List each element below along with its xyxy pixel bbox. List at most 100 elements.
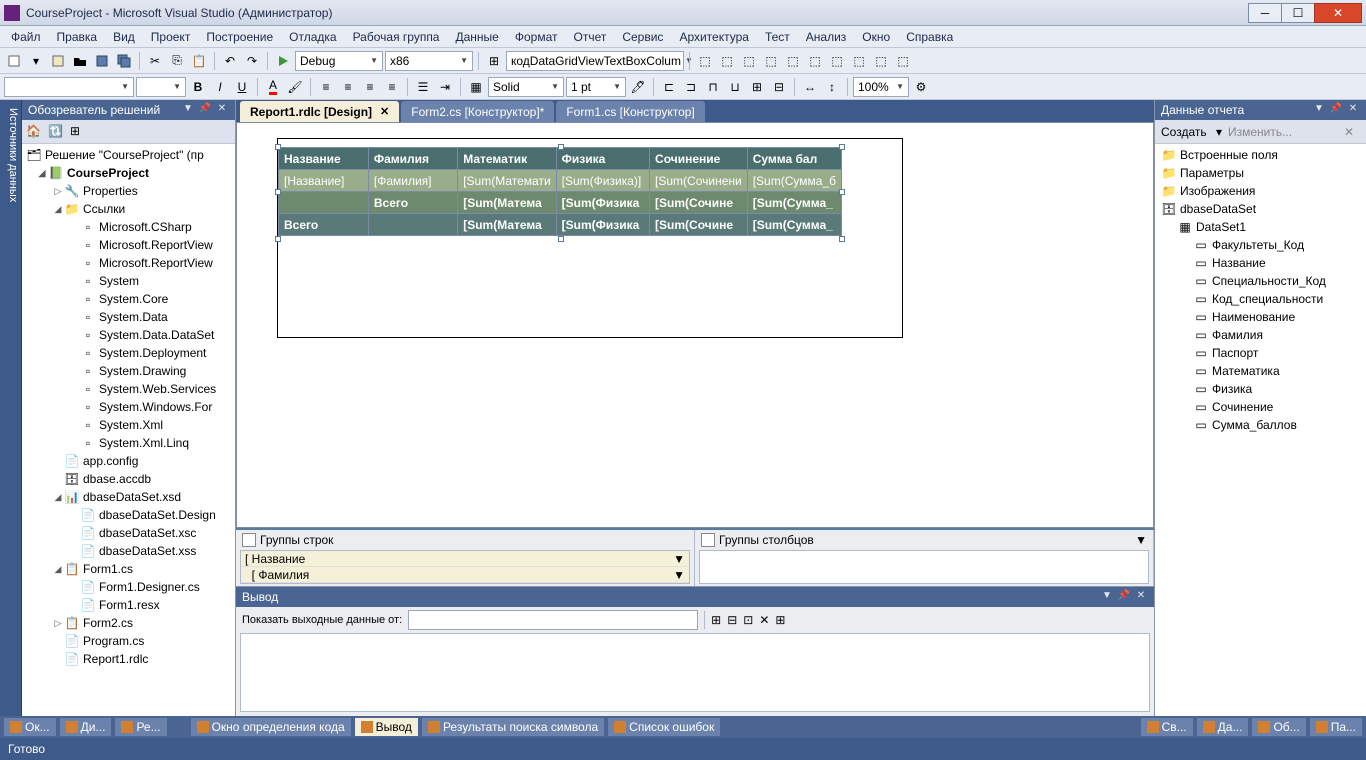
menu-edit[interactable]: Правка <box>50 28 105 46</box>
menu-analyze[interactable]: Анализ <box>799 28 854 46</box>
report-designer[interactable]: Название Фамилия Математик Физика Сочине… <box>236 122 1154 528</box>
total-cell[interactable]: [Sum(Сумма_ <box>747 214 841 236</box>
toolbar-btn-3[interactable]: ⬚ <box>717 51 737 71</box>
create-button[interactable]: Создать ▾ <box>1161 125 1222 139</box>
menu-debug[interactable]: Отладка <box>282 28 343 46</box>
solution-tree[interactable]: 🗂Решение "CourseProject" (пр ◢📗CoursePro… <box>22 144 235 716</box>
header-cell[interactable]: Сочинение <box>650 148 748 170</box>
add-item-button[interactable] <box>48 51 68 71</box>
config-combo[interactable]: Debug▼ <box>295 51 383 71</box>
selection-handle[interactable] <box>839 236 845 242</box>
total-cell[interactable]: [Sum(Сочине <box>650 214 748 236</box>
cut-button[interactable]: ✂ <box>145 51 165 71</box>
pin-icon[interactable]: 📌 <box>1329 103 1343 117</box>
align-1[interactable]: ⊏ <box>659 77 679 97</box>
row-groups-list[interactable]: [ Название▼ [ Фамилия▼ <box>240 550 690 584</box>
btab-left[interactable]: Ре... <box>115 718 166 736</box>
copy-button[interactable]: ⎘ <box>167 51 187 71</box>
header-cell[interactable]: Физика <box>556 148 649 170</box>
align-justify-button[interactable]: ≡ <box>382 77 402 97</box>
selection-handle[interactable] <box>839 189 845 195</box>
col-groups-list[interactable] <box>699 550 1149 584</box>
subtotal-cell[interactable] <box>279 192 369 214</box>
menu-team[interactable]: Рабочая группа <box>346 28 447 46</box>
edit-button[interactable]: Изменить... <box>1228 125 1292 139</box>
report-data-tree[interactable]: 📁Встроенные поля 📁Параметры 📁Изображения… <box>1155 144 1366 716</box>
align-left-button[interactable]: ≡ <box>316 77 336 97</box>
refresh-icon[interactable]: 🔃 <box>48 124 64 140</box>
border-button[interactable]: ▦ <box>466 77 486 97</box>
toolbar-btn-5[interactable]: ⬚ <box>761 51 781 71</box>
forecolor-button[interactable]: A <box>263 77 283 97</box>
pin-icon[interactable]: 📌 <box>198 103 212 117</box>
dropdown-icon[interactable]: ▼ <box>673 552 685 566</box>
delete-icon[interactable]: ✕ <box>1344 125 1354 139</box>
font-combo[interactable]: ▼ <box>4 77 134 97</box>
collapse-icon[interactable]: ▷ <box>52 186 64 197</box>
platform-combo[interactable]: x86▼ <box>385 51 473 71</box>
btab-codedef[interactable]: Окно определения кода <box>191 718 351 736</box>
tab-report[interactable]: Report1.rdlc [Design]✕ <box>240 101 399 122</box>
close-button[interactable]: ✕ <box>1314 3 1362 23</box>
tab-form1[interactable]: Form1.cs [Конструктор] <box>556 101 704 122</box>
dropdown-icon[interactable]: ▼ <box>1135 533 1147 547</box>
output-source-combo[interactable] <box>408 610 698 630</box>
align-center-button[interactable]: ≡ <box>338 77 358 97</box>
italic-button[interactable]: I <box>210 77 230 97</box>
subtotal-cell[interactable]: Всего <box>368 192 457 214</box>
expand-icon[interactable]: ◢ <box>52 492 64 503</box>
size-2[interactable]: ↕ <box>822 77 842 97</box>
align-5[interactable]: ⊞ <box>747 77 767 97</box>
output-btn-1[interactable]: ⊞ <box>711 613 721 627</box>
detail-cell[interactable]: [Фамилия] <box>368 170 457 192</box>
home-icon[interactable]: 🏠 <box>26 124 42 140</box>
selection-handle[interactable] <box>275 236 281 242</box>
zoom-combo[interactable]: 100%▼ <box>853 77 909 97</box>
header-cell[interactable]: Фамилия <box>368 148 457 170</box>
btab-right[interactable]: Об... <box>1252 718 1305 736</box>
menu-file[interactable]: Файл <box>4 28 48 46</box>
menu-view[interactable]: Вид <box>106 28 142 46</box>
selection-handle[interactable] <box>275 144 281 150</box>
output-btn-5[interactable]: ⊞ <box>775 613 785 627</box>
header-cell[interactable]: Сумма бал <box>747 148 841 170</box>
report-body[interactable]: Название Фамилия Математик Физика Сочине… <box>277 138 903 338</box>
menu-tools[interactable]: Сервис <box>615 28 670 46</box>
bordercolor-button[interactable]: 🖊 <box>628 77 648 97</box>
subtotal-cell[interactable]: [Sum(Сумма_ <box>747 192 841 214</box>
total-cell[interactable]: Всего <box>279 214 369 236</box>
save-all-button[interactable] <box>114 51 134 71</box>
toolbar-btn-1[interactable]: ⊞ <box>484 51 504 71</box>
subtotal-cell[interactable]: [Sum(Физика <box>556 192 649 214</box>
detail-cell[interactable]: [Sum(Физика)] <box>556 170 649 192</box>
output-btn-3[interactable]: ⊡ <box>743 613 753 627</box>
new-project-button[interactable] <box>4 51 24 71</box>
indent-button[interactable]: ⇥ <box>435 77 455 97</box>
underline-button[interactable]: U <box>232 77 252 97</box>
paste-button[interactable]: 📋 <box>189 51 209 71</box>
size-1[interactable]: ↔ <box>800 77 820 97</box>
detail-cell[interactable]: [Название] <box>279 170 369 192</box>
fontsize-combo[interactable]: ▼ <box>136 77 186 97</box>
start-button[interactable] <box>273 51 293 71</box>
total-cell[interactable]: [Sum(Матема <box>458 214 556 236</box>
detail-cell[interactable]: [Sum(Сумма_б <box>747 170 841 192</box>
redo-button[interactable]: ↷ <box>242 51 262 71</box>
btab-left[interactable]: Ди... <box>60 718 112 736</box>
panel-dropdown-icon[interactable]: ▼ <box>181 103 195 117</box>
selection-handle[interactable] <box>275 189 281 195</box>
toolbar-btn-9[interactable]: ⬚ <box>849 51 869 71</box>
align-2[interactable]: ⊐ <box>681 77 701 97</box>
output-btn-4[interactable]: ✕ <box>759 613 769 627</box>
showall-icon[interactable]: ⊞ <box>70 124 86 140</box>
header-cell[interactable]: Математик <box>458 148 556 170</box>
toolbar-btn-2[interactable]: ⬚ <box>695 51 715 71</box>
linewidth-combo[interactable]: 1 pt▼ <box>566 77 626 97</box>
toolbar-btn-10[interactable]: ⬚ <box>871 51 891 71</box>
menu-help[interactable]: Справка <box>899 28 960 46</box>
panel-close-icon[interactable]: ✕ <box>1346 103 1360 117</box>
toolbar-btn-4[interactable]: ⬚ <box>739 51 759 71</box>
toolbar-btn-11[interactable]: ⬚ <box>893 51 913 71</box>
menu-arch[interactable]: Архитектура <box>672 28 756 46</box>
new-file-button[interactable]: ▾ <box>26 51 46 71</box>
